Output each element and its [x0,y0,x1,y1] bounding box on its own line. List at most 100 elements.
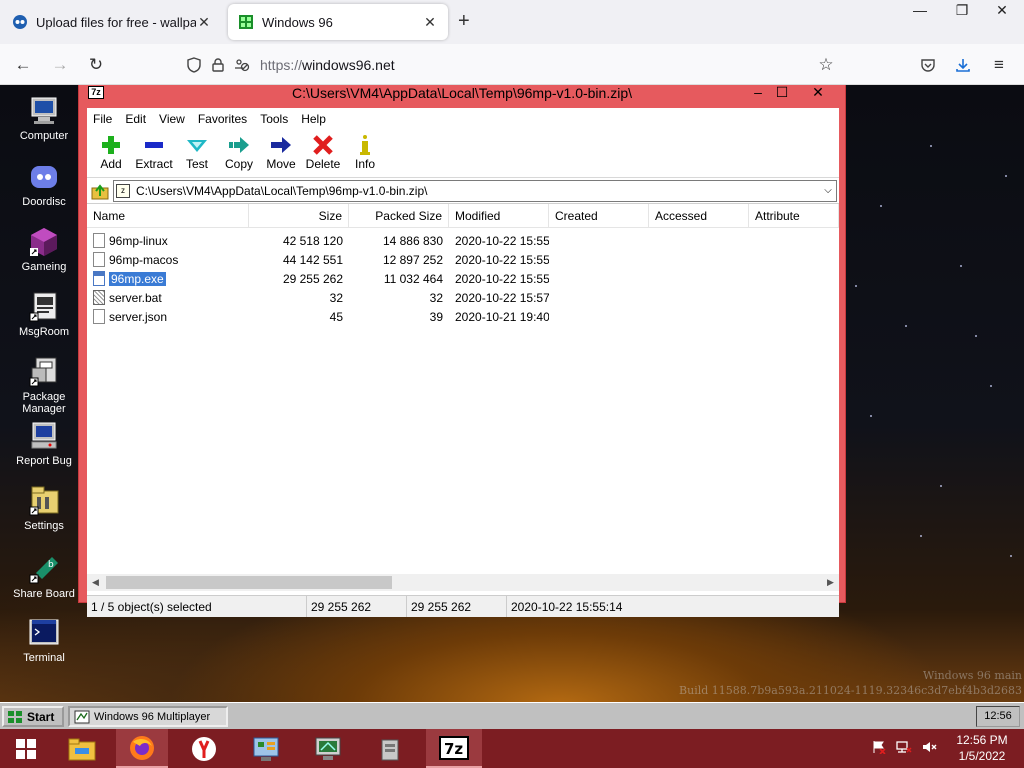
desktop-icon-label: Share Board [13,588,75,600]
test-button[interactable]: Test [176,130,218,177]
w96-taskbar: Start Windows 96 Multiplayer 12:56 [0,702,1024,729]
browser-restore-button[interactable]: ❐ [942,0,982,22]
column-packed-size[interactable]: Packed Size [349,204,449,227]
windows-start-button[interactable] [0,729,52,768]
lock-icon[interactable] [206,58,230,72]
move-arrow-icon [269,134,293,156]
file-packed-size: 12 897 252 [382,252,443,267]
yandex-button[interactable] [178,729,230,768]
control-panel-button[interactable] [240,729,292,768]
window-client-area: File Edit View Favorites Tools Help Add [87,108,839,617]
move-button[interactable]: Move [260,130,302,177]
remote-desktop-button[interactable] [302,729,354,768]
desktop-icon-terminal[interactable]: Terminal [8,617,80,664]
column-accessed[interactable]: Accessed [649,204,749,227]
reload-icon[interactable]: ↻ [83,52,109,78]
multiplayer-app-icon [74,710,90,723]
address-combobox[interactable]: z C:\Users\VM4\AppData\Local\Temp\96mp-v… [113,179,837,202]
hamburger-menu-icon[interactable]: ≡ [986,52,1012,78]
desktop-icon-computer[interactable]: Computer [8,95,80,142]
folder-up-button[interactable] [87,182,113,200]
shield-icon[interactable] [182,57,206,73]
network-icon[interactable] [896,740,912,757]
download-icon[interactable] [950,52,976,78]
column-modified[interactable]: Modified [449,204,549,227]
file-name: 96mp-linux [109,233,168,248]
desktop-icon-gameing[interactable]: Gameing [8,226,80,273]
delete-button[interactable]: Delete [302,130,344,177]
menu-tools[interactable]: Tools [260,112,288,126]
permissions-icon[interactable] [230,58,254,72]
file-packed-size: 14 886 830 [382,233,443,248]
chevron-down-icon[interactable]: ⌵ [820,185,836,196]
extract-button[interactable]: Extract [132,130,176,177]
table-row[interactable]: 96mp-linux 42 518 120 14 886 830 2020-10… [87,231,839,250]
file-explorer-button[interactable] [56,729,108,768]
desktop-icon-label: Report Bug [16,455,72,467]
scroll-track[interactable] [104,576,822,589]
desktop-icon-msgroom[interactable]: MsgRoom [8,291,80,338]
minimize-button[interactable]: – [747,85,769,101]
file-icon [93,309,105,324]
desktop-icon-package-manager[interactable]: Package Manager [8,356,80,415]
add-button[interactable]: Add [90,130,132,177]
scroll-left-icon[interactable]: ◀ [87,577,104,588]
desktop-icon-label: Gameing [21,261,67,273]
status-selection: 1 / 5 object(s) selected [87,596,307,617]
desktop-icon-share-board[interactable]: b Share Board [8,553,80,600]
browser-close-button[interactable]: ✕ [982,0,1022,22]
copy-button[interactable]: Copy [218,130,260,177]
column-attributes[interactable]: Attribute [749,204,839,227]
w96-task-multiplayer[interactable]: Windows 96 Multiplayer [68,706,228,727]
volume-muted-icon[interactable] [922,740,938,757]
maximize-button[interactable]: ☐ [771,85,793,101]
window-title-bar[interactable]: 7z C:\Users\VM4\AppData\Local\Temp\96mp-… [79,85,845,106]
table-row[interactable]: 96mp-macos 44 142 551 12 897 252 2020-10… [87,250,839,269]
scroll-thumb[interactable] [106,576,392,589]
menu-favorites[interactable]: Favorites [198,112,247,126]
url-bar[interactable]: https://windows96.net [182,50,846,80]
tab-upload-files[interactable]: Upload files for free - wallpaper ✕ [2,4,222,40]
menu-view[interactable]: View [159,112,185,126]
tab-windows96[interactable]: Windows 96 ✕ [228,4,448,40]
close-tab-icon[interactable]: ✕ [196,14,212,31]
action-center-flag-icon[interactable] [872,740,886,757]
menu-file[interactable]: File [93,112,112,126]
close-tab-icon[interactable]: ✕ [422,14,438,31]
file-packed-size: 11 032 464 [383,271,443,286]
7zip-taskbar-button[interactable]: 7z [426,729,482,768]
browser-minimize-button[interactable]: — [900,0,940,22]
host-clock[interactable]: 12:56 PM 1/5/2022 [944,732,1020,764]
menu-edit[interactable]: Edit [125,112,146,126]
column-name[interactable]: Name [87,204,249,227]
move-label: Move [266,157,296,171]
file-size: 32 [329,290,343,305]
column-created[interactable]: Created [549,204,649,227]
forward-arrow-icon[interactable]: → [47,52,73,78]
w96-logo-icon [8,710,22,723]
horizontal-scrollbar[interactable]: ◀ ▶ [87,574,839,591]
menu-help[interactable]: Help [301,112,326,126]
back-arrow-icon[interactable]: ← [10,52,36,78]
7zip-window[interactable]: 7z C:\Users\VM4\AppData\Local\Temp\96mp-… [78,85,846,617]
new-tab-button[interactable]: + [458,10,470,32]
scroll-right-icon[interactable]: ▶ [822,577,839,588]
w96-start-button[interactable]: Start [2,706,64,727]
table-row[interactable]: server.bat 32 32 2020-10-22 15:57 [87,288,839,307]
desktop-icon-settings[interactable]: Settings [8,485,80,532]
address-row: z C:\Users\VM4\AppData\Local\Temp\96mp-v… [87,178,839,204]
svg-text:b: b [48,560,54,570]
info-button[interactable]: Info [344,130,386,177]
add-plus-icon [99,134,123,156]
close-button[interactable]: ✕ [807,85,829,101]
pocket-icon[interactable] [915,52,941,78]
task-label: Windows 96 Multiplayer [94,710,211,723]
firefox-button[interactable] [116,729,168,768]
bookmark-star-icon[interactable]: ☆ [813,52,839,78]
table-row[interactable]: server.json 45 39 2020-10-21 19:40 [87,307,839,326]
desktop-icon-doordisc[interactable]: Doordisc [8,161,80,208]
column-size[interactable]: Size [249,204,349,227]
desktop-icon-report-bug[interactable]: Report Bug [8,420,80,467]
recycle-app-button[interactable] [364,729,416,768]
table-row-selected[interactable]: 96mp.exe 29 255 262 11 032 464 2020-10-2… [87,269,839,288]
